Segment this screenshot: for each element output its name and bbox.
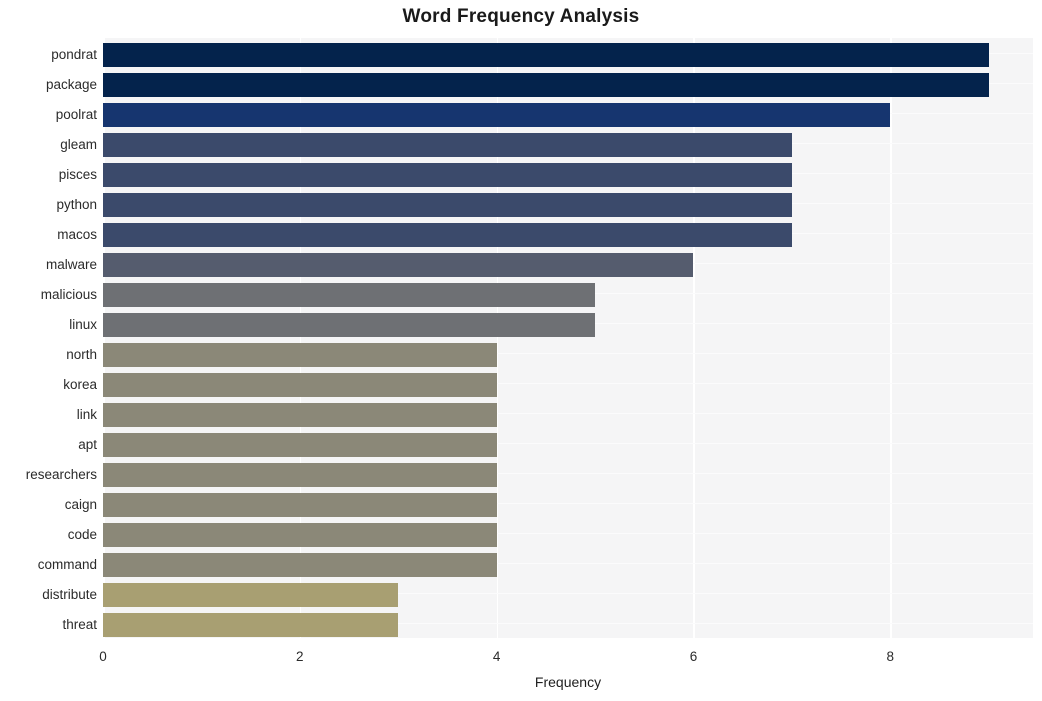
bar bbox=[103, 462, 497, 487]
y-tick-label: link bbox=[76, 406, 97, 422]
bar bbox=[103, 72, 989, 97]
bar bbox=[103, 282, 596, 307]
x-tick-label: 0 bbox=[99, 649, 107, 664]
x-gridline bbox=[693, 38, 696, 638]
bar bbox=[103, 552, 497, 577]
bar bbox=[103, 492, 497, 517]
y-tick-label: command bbox=[37, 556, 97, 572]
bar bbox=[103, 402, 497, 427]
y-tick-label: caign bbox=[64, 496, 97, 512]
y-tick-label: korea bbox=[63, 376, 97, 392]
y-tick-label: north bbox=[66, 346, 97, 362]
x-axis-title: Frequency bbox=[534, 674, 602, 690]
x-gridline bbox=[103, 38, 105, 638]
bar bbox=[103, 192, 792, 217]
y-tick-label: pondrat bbox=[51, 46, 97, 62]
x-tick-label: 8 bbox=[886, 649, 895, 664]
bar bbox=[103, 222, 792, 247]
y-tick-label: researchers bbox=[25, 466, 97, 482]
x-axis-tick-labels: 0 2 4 6 8 bbox=[0, 638, 1042, 668]
bar bbox=[103, 42, 989, 67]
y-tick-label: macos bbox=[57, 226, 97, 242]
bar bbox=[103, 252, 694, 277]
x-tick-label: 2 bbox=[296, 649, 304, 664]
plot-area bbox=[103, 38, 1033, 638]
y-tick-label: poolrat bbox=[55, 106, 97, 122]
y-tick-label: linux bbox=[69, 316, 97, 332]
bar bbox=[103, 582, 399, 607]
x-gridline bbox=[496, 38, 499, 638]
x-gridline bbox=[890, 38, 892, 638]
word-frequency-chart-figure: Word Frequency Analysis pondrat package po… bbox=[0, 0, 1042, 701]
bar bbox=[103, 372, 497, 397]
y-tick-label: distribute bbox=[42, 586, 97, 602]
bar bbox=[103, 162, 792, 187]
x-tick-label: 6 bbox=[689, 649, 698, 664]
y-tick-label: pisces bbox=[58, 166, 97, 182]
y-tick-label: gleam bbox=[60, 136, 97, 152]
y-tick-label: threat bbox=[62, 616, 97, 632]
bar bbox=[103, 432, 497, 457]
x-gridline bbox=[299, 38, 302, 638]
y-tick-label: package bbox=[45, 76, 97, 92]
x-tick-label: 4 bbox=[492, 649, 501, 664]
bar bbox=[103, 342, 497, 367]
bar bbox=[103, 522, 497, 547]
bar bbox=[103, 132, 792, 157]
chart-title: Word Frequency Analysis bbox=[402, 6, 640, 27]
bar bbox=[103, 312, 596, 337]
y-axis-tick-labels: pondrat package poolrat gleam pisces python ma… bbox=[0, 38, 97, 638]
y-tick-label: code bbox=[67, 526, 97, 542]
bar bbox=[103, 102, 891, 127]
y-tick-label: apt bbox=[78, 436, 97, 452]
y-tick-label: malware bbox=[45, 256, 97, 272]
y-tick-label: malicious bbox=[40, 286, 97, 302]
y-tick-label: python bbox=[56, 196, 97, 212]
bar bbox=[103, 612, 399, 637]
